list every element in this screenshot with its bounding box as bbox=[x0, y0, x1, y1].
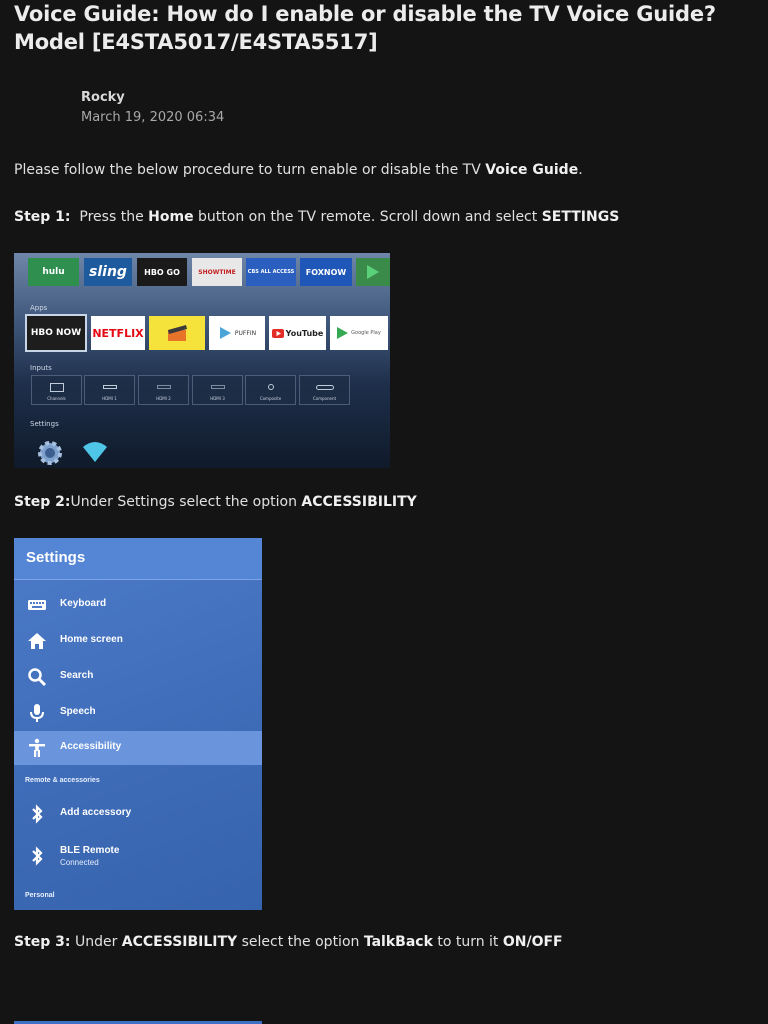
googleplay-tile: Google Play bbox=[330, 316, 388, 350]
inputs-label: Inputs bbox=[30, 364, 52, 372]
hbonow-label: HBO NOW bbox=[30, 328, 82, 338]
input-channels-label: Channels bbox=[47, 396, 66, 401]
step3-paragraph: Step 3: Under ACCESSIBILITY select the o… bbox=[14, 934, 563, 950]
settings-item-keyboard-label: Keyboard bbox=[60, 598, 107, 609]
clapper-tile bbox=[149, 316, 205, 350]
bluetooth-icon bbox=[32, 846, 43, 866]
search-icon bbox=[28, 668, 47, 687]
step1-text1: Press the bbox=[70, 209, 149, 225]
settings-item-search-label: Search bbox=[60, 670, 94, 681]
settings-item-speech: Speech bbox=[14, 696, 262, 730]
wifi-icon bbox=[82, 440, 108, 464]
intro-paragraph: Please follow the below procedure to tur… bbox=[14, 162, 583, 178]
input-hdmi2: HDMI 2 bbox=[138, 375, 189, 405]
settings-item-accessibility[interactable]: Accessibility bbox=[14, 731, 262, 765]
step2-bold1: ACCESSIBILITY bbox=[301, 494, 417, 510]
step3-bold3: ON/OFF bbox=[502, 934, 563, 950]
step3-text2: select the option bbox=[237, 934, 364, 950]
settings-header: Settings bbox=[14, 538, 262, 580]
intro-bold: Voice Guide bbox=[485, 162, 579, 178]
hulu-label: hulu bbox=[42, 267, 65, 277]
play-icon bbox=[367, 265, 379, 279]
foxnow-tile: FOXNOW bbox=[300, 258, 352, 286]
step1-text2: button on the TV remote. Scroll down and… bbox=[193, 209, 542, 225]
youtube-tile: YouTube bbox=[269, 316, 326, 350]
intro-text: Please follow the below procedure to tur… bbox=[14, 162, 486, 178]
step3-label: Step 3: bbox=[14, 934, 71, 950]
puffin-icon bbox=[219, 327, 231, 339]
settings-item-speech-label: Speech bbox=[60, 706, 96, 717]
play-tile bbox=[356, 258, 390, 286]
input-hdmi1-label: HDMI 1 bbox=[102, 396, 117, 401]
netflix-tile: NETFLIX bbox=[91, 316, 145, 350]
step2-label: Step 2: bbox=[14, 494, 71, 510]
settings-item-home-screen: Home screen bbox=[14, 624, 262, 658]
accessibility-icon bbox=[29, 738, 45, 757]
input-hdmi3: HDMI 3 bbox=[192, 375, 243, 405]
youtube-label: YouTube bbox=[285, 328, 324, 338]
sling-label: sling bbox=[89, 264, 127, 280]
cbs-label: CBS ALL ACCESS bbox=[247, 269, 295, 275]
showtime-tile: SHOWTIME bbox=[192, 258, 242, 286]
step3-text1: Under bbox=[70, 934, 122, 950]
settings-row-label: Settings bbox=[30, 420, 59, 428]
settings-item-add-accessory: Add accessory bbox=[14, 797, 262, 831]
googleplay-label: Google Play bbox=[351, 330, 381, 336]
input-hdmi2-label: HDMI 2 bbox=[156, 396, 171, 401]
step2-text1: Under Settings select the option bbox=[70, 494, 302, 510]
step3-bold1: ACCESSIBILITY bbox=[121, 934, 238, 950]
settings-title: Settings bbox=[26, 549, 86, 566]
step1-bold1: Home bbox=[148, 209, 194, 225]
settings-item-home-screen-label: Home screen bbox=[60, 634, 123, 645]
step1-label: Step 1: bbox=[14, 209, 71, 225]
puffin-tile: PUFFIN bbox=[209, 316, 265, 350]
author-name[interactable]: Rocky bbox=[81, 90, 125, 105]
settings-screenshot: Settings Keyboard Home screen Search Spe… bbox=[14, 538, 262, 910]
article-title: Voice Guide: How do I enable or disable … bbox=[14, 2, 716, 54]
hulu-tile: hulu bbox=[28, 258, 79, 286]
googleplay-icon bbox=[337, 327, 349, 339]
settings-item-ble-remote-status: Connected bbox=[60, 858, 99, 867]
home-icon bbox=[28, 633, 46, 649]
clapper-icon bbox=[168, 325, 187, 341]
settings-item-keyboard: Keyboard bbox=[14, 588, 262, 622]
input-component: Component bbox=[299, 375, 350, 405]
step1-paragraph: Step 1: Press the Home button on the TV … bbox=[14, 209, 619, 225]
settings-item-search: Search bbox=[14, 660, 262, 694]
puffin-label: PUFFIN bbox=[234, 329, 257, 337]
cbs-tile: CBS ALL ACCESS bbox=[246, 258, 296, 286]
settings-item-accessibility-label: Accessibility bbox=[60, 741, 122, 752]
step3-bold2: TalkBack bbox=[363, 934, 433, 950]
step1-bold2: SETTINGS bbox=[541, 209, 620, 225]
sling-tile: sling bbox=[84, 258, 132, 286]
netflix-label: NETFLIX bbox=[92, 326, 144, 340]
personal-section: Personal bbox=[25, 892, 55, 899]
remote-accessories-section: Remote & accessories bbox=[25, 777, 100, 784]
intro-end: . bbox=[578, 162, 583, 178]
gear-icon bbox=[36, 439, 64, 467]
tv-home-screenshot: hulu sling HBO GO SHOWTIME CBS ALL ACCES… bbox=[14, 253, 390, 468]
step2-paragraph: Step 2:Under Settings select the option … bbox=[14, 494, 417, 510]
keyboard-icon bbox=[28, 600, 46, 610]
showtime-label: SHOWTIME bbox=[198, 268, 236, 276]
input-component-label: Component bbox=[312, 396, 337, 401]
settings-item-ble-remote-label: BLE Remote bbox=[60, 845, 120, 856]
input-composite-label: Composite bbox=[259, 396, 282, 401]
settings-item-ble-remote: BLE Remote Connected bbox=[14, 837, 262, 875]
input-channels: Channels bbox=[31, 375, 82, 405]
hbogo-tile: HBO GO bbox=[137, 258, 187, 286]
step3-text3: to turn it bbox=[432, 934, 503, 950]
input-hdmi1: HDMI 1 bbox=[84, 375, 135, 405]
mic-icon bbox=[30, 704, 44, 722]
hbonow-tile: HBO NOW bbox=[25, 314, 87, 352]
foxnow-label: FOXNOW bbox=[305, 267, 347, 277]
apps-label: Apps bbox=[30, 304, 48, 312]
input-hdmi3-label: HDMI 3 bbox=[210, 396, 225, 401]
youtube-icon bbox=[271, 328, 284, 338]
settings-item-add-accessory-label: Add accessory bbox=[60, 807, 132, 818]
bluetooth-icon bbox=[32, 804, 43, 824]
post-date: March 19, 2020 06:34 bbox=[81, 110, 225, 125]
hbogo-label: HBO GO bbox=[144, 267, 180, 277]
input-composite: Composite bbox=[245, 375, 296, 405]
